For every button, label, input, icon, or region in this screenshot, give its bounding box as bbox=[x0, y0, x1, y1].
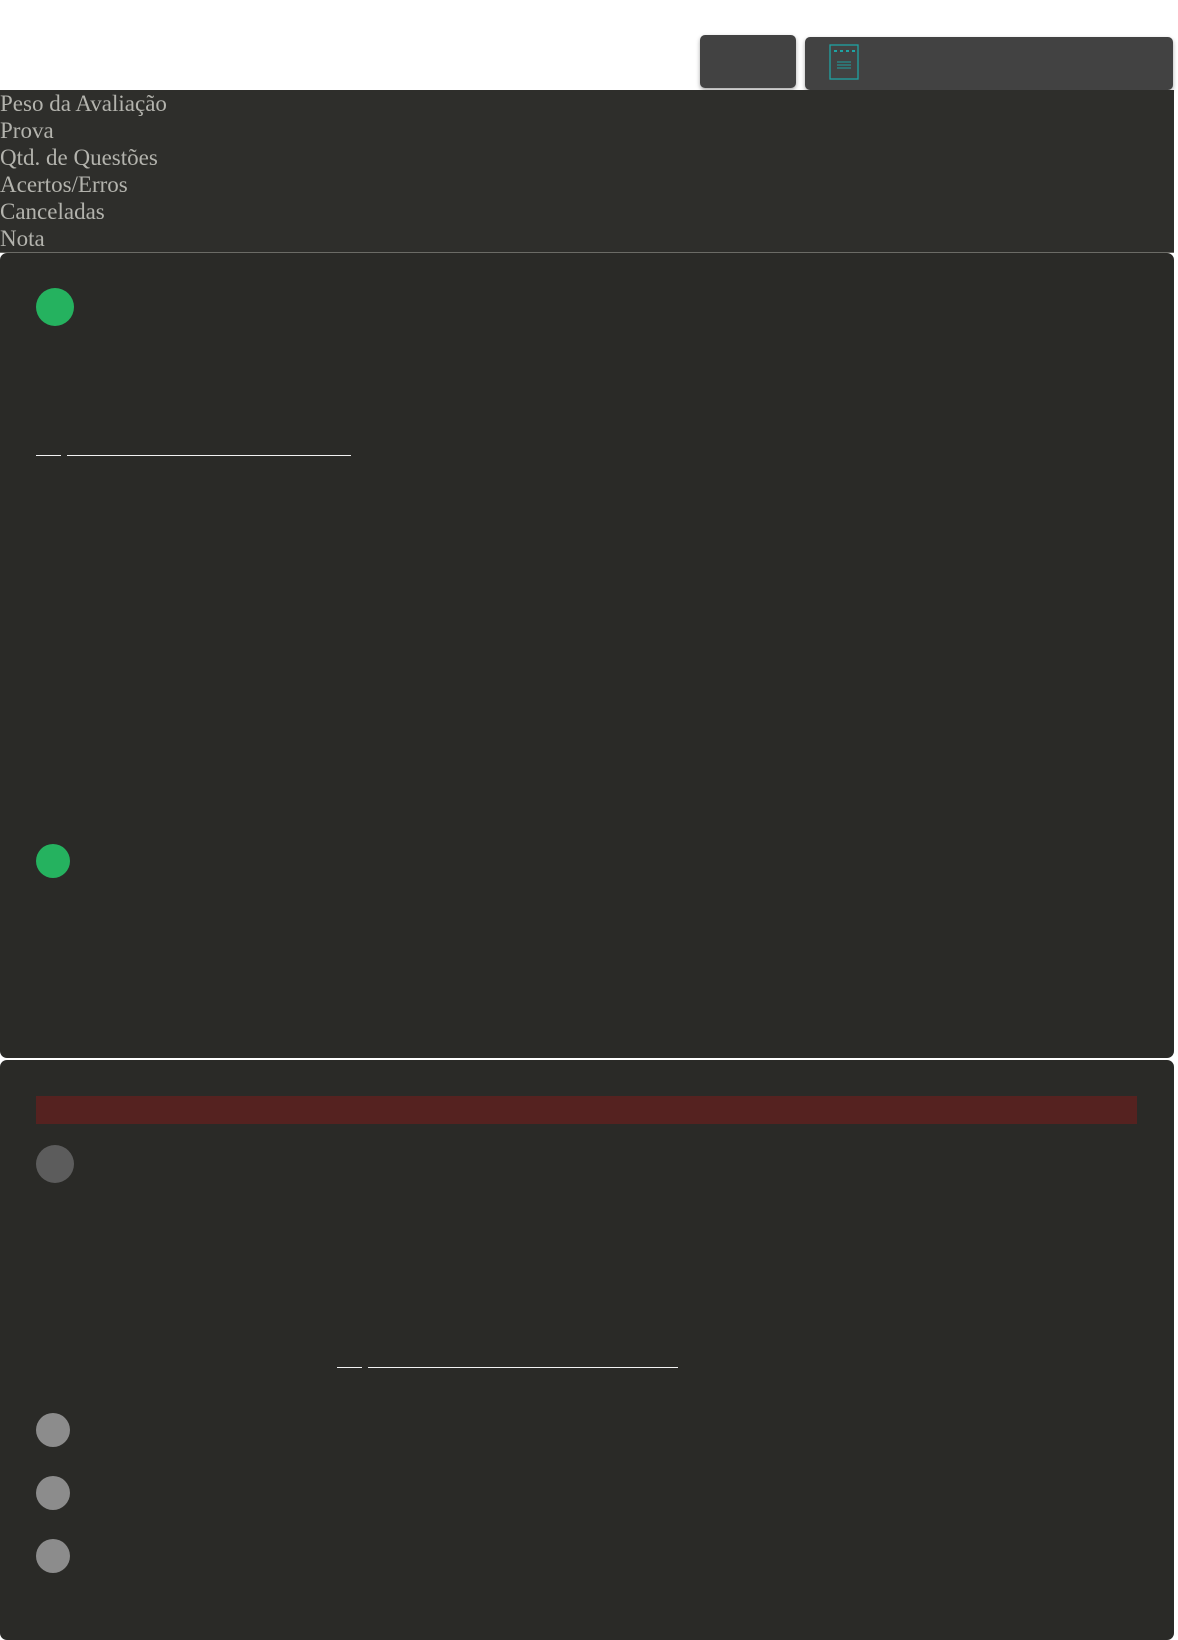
question-card-cancelled bbox=[0, 1060, 1174, 1640]
answer-blank bbox=[368, 1367, 678, 1368]
answer-blank bbox=[67, 455, 351, 456]
toolbar-button[interactable] bbox=[700, 35, 796, 88]
question-status-indicator bbox=[36, 1145, 74, 1183]
exam-selector-button[interactable] bbox=[805, 37, 1173, 90]
answer-blank-short bbox=[337, 1367, 362, 1368]
option-radio[interactable] bbox=[36, 1476, 70, 1510]
summary-weight-label: Peso da Avaliação bbox=[0, 91, 167, 116]
option-radio[interactable] bbox=[36, 1413, 70, 1447]
correct-status-indicator bbox=[36, 288, 74, 326]
option-radio[interactable] bbox=[36, 1539, 70, 1573]
selected-option-indicator[interactable] bbox=[36, 844, 70, 878]
summary-question-count-label: Qtd. de Questões bbox=[0, 145, 158, 170]
document-list-icon bbox=[829, 44, 859, 80]
summary-grade-label: Nota bbox=[0, 226, 45, 251]
summary-exam-label: Prova bbox=[0, 118, 54, 143]
answer-blank-short bbox=[36, 455, 61, 456]
question-card bbox=[0, 253, 1174, 1058]
cancelled-banner bbox=[36, 1096, 1137, 1124]
assessment-summary: Peso da Avaliação Prova Qtd. de Questões… bbox=[0, 90, 1174, 253]
summary-right-wrong-label: Acertos/Erros bbox=[0, 172, 128, 197]
summary-cancelled-label: Canceladas bbox=[0, 199, 105, 224]
